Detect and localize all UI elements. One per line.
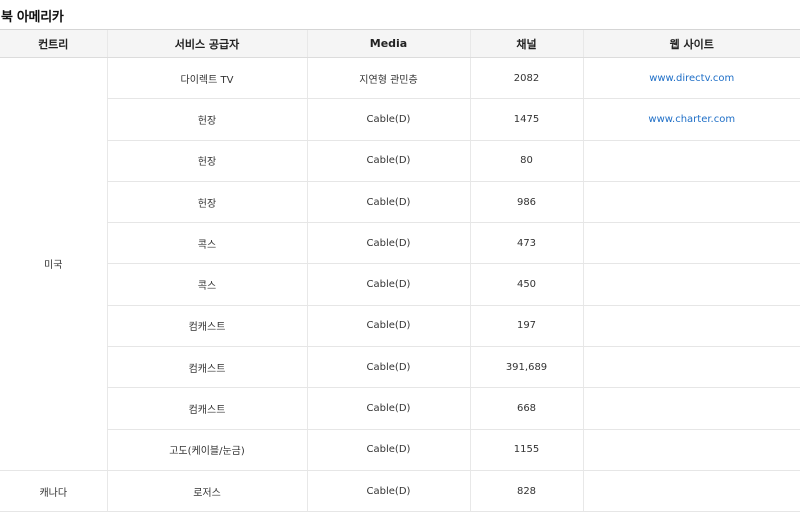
channel-cell: 450 [469,263,583,306]
website-cell [582,470,800,513]
channel-cell: 80 [469,140,583,182]
channel-cell: 986 [469,181,583,224]
table-row: 컴캐스트 Cable(D) 391,689 [0,346,800,389]
provider-cell: 헌장 [106,181,307,224]
table-row: 헌장 Cable(D) 1475 www.charter.com [0,98,800,141]
website-link[interactable]: www.directv.com [649,73,734,84]
media-cell: Cable(D) [306,346,470,389]
provider-cell: 컴캐스트 [106,305,307,348]
header-media: Media [306,29,470,58]
table-row: 캐나다 로저스 Cable(D) 828 [0,470,800,513]
header-channel: 채널 [469,29,583,58]
website-cell [582,305,800,348]
provider-cell: 헌장 [106,140,307,182]
provider-cell: 컴캐스트 [106,387,307,430]
channel-cell: 1155 [469,429,583,471]
table-row: 고도(케이블/눈금) Cable(D) 1155 [0,429,800,471]
table-row: 미국 다이렉트 TV 지연형 관민층 2082 www.directv.com [0,57,800,471]
header-website: 웹 사이트 [582,29,800,58]
website-cell [582,429,800,471]
website-cell [582,181,800,224]
channel-cell: 668 [469,387,583,430]
header-country: 컨트리 [0,29,107,58]
table-header-row: 컨트리 서비스 공급자 Media 채널 웹 사이트 [0,29,800,58]
website-cell [582,346,800,389]
media-cell: Cable(D) [306,98,470,141]
provider-cell: 고도(케이블/눈금) [106,429,307,471]
provider-cell: 로저스 [106,470,307,513]
media-cell: Cable(D) [306,470,470,513]
country-cell: 캐나다 [0,470,107,513]
table-row: 컴캐스트 Cable(D) 668 [0,387,800,430]
media-cell: Cable(D) [306,429,470,471]
website-link[interactable]: www.charter.com [648,114,735,125]
channel-cell: 2082 [469,57,583,100]
table-row: 헌장 Cable(D) 80 [0,140,800,182]
website-cell [582,263,800,306]
provider-cell: 콕스 [106,222,307,265]
website-cell: www.directv.com [582,57,800,100]
table-row: 콕스 Cable(D) 473 [0,222,800,265]
country-cell: 미국 [0,57,107,471]
media-cell: Cable(D) [306,181,470,224]
section-title: 북 아메리카 [1,10,64,25]
website-cell [582,222,800,265]
channel-cell: 473 [469,222,583,265]
website-cell [582,140,800,182]
media-cell: Cable(D) [306,305,470,348]
header-provider: 서비스 공급자 [106,29,307,58]
website-cell: www.charter.com [582,98,800,141]
media-cell: Cable(D) [306,140,470,182]
provider-cell: 컴캐스트 [106,346,307,389]
table-row: 헌장 Cable(D) 986 [0,181,800,224]
channel-cell: 828 [469,470,583,513]
channel-cell: 197 [469,305,583,348]
media-cell: Cable(D) [306,222,470,265]
provider-cell: 다이렉트 TV [106,57,307,100]
media-cell: Cable(D) [306,387,470,430]
provider-cell: 헌장 [106,98,307,141]
media-cell: 지연형 관민층 [306,57,470,100]
provider-table: 컨트리 서비스 공급자 Media 채널 웹 사이트 미국 다이렉트 TV 지연… [0,29,800,513]
media-cell: Cable(D) [306,263,470,306]
website-cell [582,387,800,430]
table-row: 콕스 Cable(D) 450 [0,263,800,306]
channel-cell: 1475 [469,98,583,141]
channel-cell: 391,689 [469,346,583,389]
table-row: 컴캐스트 Cable(D) 197 [0,305,800,348]
provider-cell: 콕스 [106,263,307,306]
